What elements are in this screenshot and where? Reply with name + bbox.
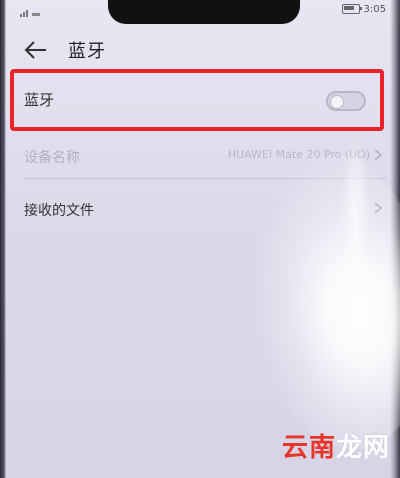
watermark-char: 龙 [335,433,363,463]
bluetooth-label: 蓝牙 [24,91,55,109]
status-time: 3:05 [363,3,386,15]
device-name-label: 设备名称 [24,150,80,166]
arrow-left-icon [24,41,46,59]
phone-screen-photo: 3:05 蓝牙 蓝牙 设备名称 HUAWEI Mate 20 Pro (UD) … [0,0,400,478]
bluetooth-toggle-row[interactable]: 蓝牙 [10,69,380,127]
phone-bezel-left [0,0,6,478]
row-divider [24,178,386,179]
received-files-label: 接收的文件 [24,203,94,219]
camera-notch [108,0,300,24]
back-button[interactable] [22,36,50,64]
chevron-right-icon [374,149,383,161]
watermark-char: 网 [362,433,390,463]
page-title: 蓝牙 [68,41,106,62]
received-files-row[interactable]: 接收的文件 [0,187,400,231]
switch-knob [330,95,344,109]
battery-icon [341,4,362,14]
watermark-char: 南 [308,433,336,463]
chevron-right-icon [374,202,383,214]
signal-icon [20,3,60,17]
site-watermark: 云南龙网 [282,427,390,464]
watermark-char: 云 [281,433,309,463]
phone-bezel-right [390,0,400,478]
device-name-value: HUAWEI Mate 20 Pro (UD) [227,148,370,161]
page-header: 蓝牙 [0,30,400,70]
bluetooth-switch[interactable] [326,91,366,111]
device-name-row[interactable]: 设备名称 HUAWEI Mate 20 Pro (UD) [0,134,400,178]
